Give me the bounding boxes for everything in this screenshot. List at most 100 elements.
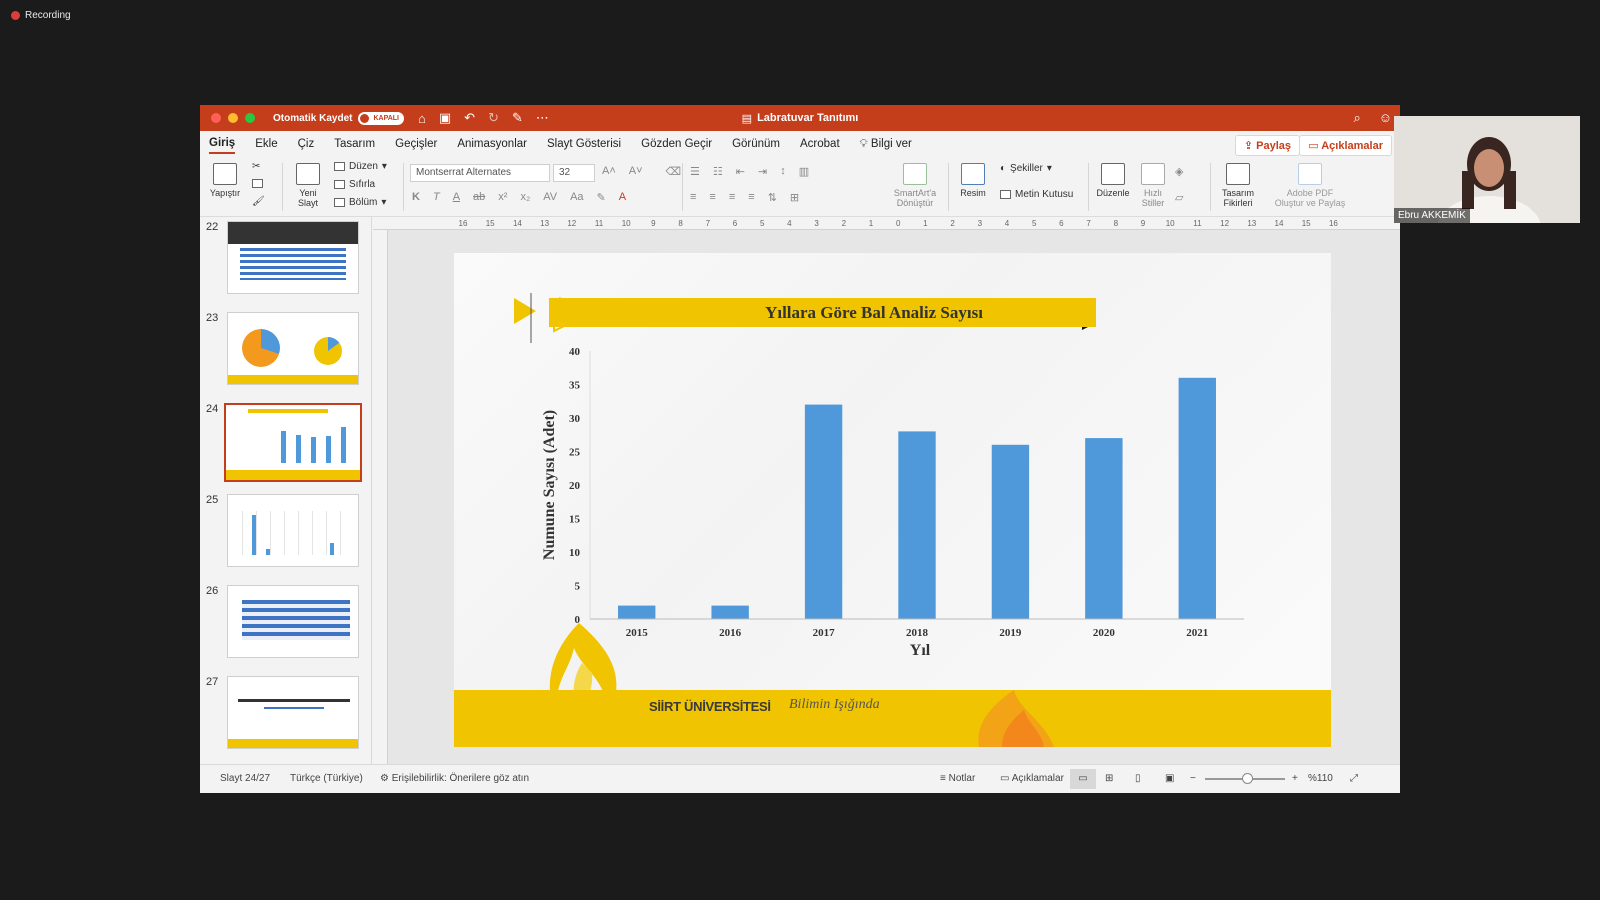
slide-canvas[interactable]: Yıllara Göre Bal Analiz Sayısı 0 5 10 15 20 2… (454, 253, 1331, 747)
tab-transitions[interactable]: Geçişler (395, 135, 437, 153)
share-button[interactable]: ⇪ Paylaş (1234, 135, 1300, 156)
tab-insert[interactable]: Ekle (255, 135, 277, 153)
redo-icon[interactable]: ↻ (488, 110, 499, 126)
tab-tell-me[interactable]: 💡︎ Bilgi ver (860, 135, 912, 154)
accessibility-status[interactable]: ⚙︎ Erişilebilirlik: Önerilere göz atın (380, 773, 529, 784)
home-icon[interactable]: ⌂ (418, 111, 426, 126)
normal-view-icon[interactable]: ▭ (1070, 769, 1096, 789)
tab-home[interactable]: Giriş (209, 134, 236, 154)
tab-animations[interactable]: Animasyonlar (457, 135, 527, 153)
list-controls[interactable]: ☰ ☷ ⇤ ⇥ ↕ ▥ (690, 165, 809, 178)
format-painter-icon[interactable]: 🖌︎ (252, 196, 265, 207)
highlight-icon: ✎ (596, 192, 606, 204)
adobe-pdf-button[interactable]: Adobe PDF Oluştur ve Paylaş (1270, 163, 1350, 208)
section-button[interactable]: Bölüm ▾ (334, 197, 386, 208)
bar-2017 (804, 404, 843, 619)
ruler-tick-label: 3 (814, 219, 819, 228)
tab-review[interactable]: Gözden Geçir (641, 135, 712, 153)
designer-icon (1226, 163, 1250, 185)
minimize-window-button[interactable] (228, 113, 238, 123)
cut-icon[interactable]: ✂ (252, 161, 260, 172)
language-status[interactable]: Türkçe (Türkiye) (290, 773, 363, 784)
zoom-in-icon[interactable]: + (1292, 773, 1298, 784)
feedback-icon[interactable]: ☺ (1379, 110, 1392, 126)
bar-chart: 0 5 10 15 20 25 30 35 40 2015 2016 2017 2018 2019 202… (541, 346, 1244, 659)
tab-draw[interactable]: Çiz (298, 135, 315, 153)
close-window-button[interactable] (211, 113, 221, 123)
tab-view[interactable]: Görünüm (732, 135, 780, 153)
document-title: ▤ Labratuvar Tanıtımı (741, 112, 859, 125)
shapes-button[interactable]: ◐ Şekiller ▾ (1000, 163, 1052, 174)
designer-button[interactable]: Tasarım Fikirleri (1216, 163, 1260, 208)
x-tick-label: 2021 (1186, 627, 1208, 639)
slide-sorter-icon[interactable]: ⊞ (1105, 773, 1113, 784)
thumbnail-24-selected[interactable] (224, 403, 362, 482)
subscript-icon: x₂ (520, 191, 531, 203)
zoom-out-icon[interactable]: − (1190, 773, 1196, 784)
thumbnail-25[interactable] (227, 494, 359, 567)
reset-icon (334, 180, 345, 189)
tab-slideshow[interactable]: Slayt Gösterisi (547, 135, 621, 153)
customize-icon[interactable]: ✎ (512, 110, 523, 126)
layout-button[interactable]: Düzen ▾ (334, 161, 387, 172)
autosave-toggle[interactable]: KAPALI (358, 111, 405, 125)
university-name: SİİRT ÜNİVERSİTESİ (649, 699, 771, 714)
slide-thumbnails-pane: 22 23 24 25 26 27 (200, 217, 372, 764)
university-motto: Bilimin Işığında (789, 697, 880, 712)
clipboard-icon (213, 163, 237, 185)
x-tick-label: 2015 (626, 627, 649, 639)
reset-button[interactable]: Sıfırla (334, 179, 375, 190)
font-size-select[interactable]: 32 (553, 164, 595, 182)
textbox-button[interactable]: Metin Kutusu (1000, 189, 1073, 200)
reading-view-icon[interactable]: ▯ (1135, 773, 1141, 784)
tab-design[interactable]: Tasarım (334, 135, 375, 153)
zoom-level[interactable]: %110 (1308, 773, 1333, 784)
x-axis-label: Yıl (910, 642, 931, 659)
comments-button[interactable]: ▭ Açıklamalar (1299, 135, 1392, 156)
zoom-slider-handle[interactable] (1242, 773, 1253, 784)
font-size-adjust[interactable]: A˄ A˅ ⌫ (602, 165, 681, 178)
search-icon[interactable]: ⌕ (1353, 110, 1360, 126)
fill-icon[interactable]: ◈ (1175, 165, 1183, 178)
line-spacing-icon: ↕ (780, 165, 786, 177)
maximize-window-button[interactable] (245, 113, 255, 123)
text-direction-icon: ⇅ (767, 192, 777, 204)
numbering-icon: ☷ (712, 166, 723, 178)
vertical-ruler (373, 230, 388, 764)
more-icon[interactable]: ⋯ (536, 110, 549, 126)
thumbnail-23[interactable] (227, 312, 359, 385)
save-icon[interactable]: ▣ (439, 110, 451, 126)
ruler-tick-label: 3 (978, 219, 983, 228)
notes-button[interactable]: ≡ Notlar (940, 773, 975, 784)
slide-editor: 16 15 14 13 12 11 10 9 8 7 6 5 4 3 2 1 0 1 2 3 4 5 6 7 8 9 10 11 12 1… (373, 217, 1400, 764)
font-format-row[interactable]: K T Aab x² x₂ AV Aa ✎ A (412, 191, 626, 204)
slideshow-view-icon[interactable]: ▣ (1165, 773, 1174, 784)
comments-status-button[interactable]: ▭ Açıklamalar (1000, 773, 1064, 784)
ruler-tick-label: 5 (1032, 219, 1037, 228)
thumbnail-22[interactable] (227, 221, 359, 294)
thumbnail-26[interactable] (227, 585, 359, 658)
smartart-button[interactable]: SmartArt'a Dönüştür (890, 163, 940, 208)
outline-icon[interactable]: ▱ (1175, 191, 1183, 204)
bar-2021 (1178, 377, 1216, 619)
lightbulb-icon: 💡︎ (859, 137, 868, 150)
quick-styles-button[interactable]: Hızlı Stiller (1138, 163, 1168, 208)
thumbnail-27[interactable] (227, 676, 359, 749)
font-name-select[interactable]: Montserrat Alternates (410, 164, 550, 182)
fit-to-window-icon[interactable]: ⤢ (1350, 773, 1358, 784)
arrange-button[interactable]: Düzenle (1095, 163, 1131, 198)
copy-icon[interactable] (252, 179, 263, 188)
undo-icon[interactable]: ↶ (464, 110, 475, 126)
ruler-tick-label: 6 (733, 219, 738, 228)
bold-icon: K (412, 191, 420, 203)
tab-acrobat[interactable]: Acrobat (800, 135, 840, 153)
paste-button[interactable]: Yapıştır (208, 163, 242, 198)
arrange-icon (1101, 163, 1125, 185)
new-slide-button[interactable]: Yeni Slayt (290, 163, 326, 208)
ribbon-tabs: Giriş Ekle Çiz Tasarım Geçişler Animasyo… (200, 131, 1400, 157)
justify-icon: ≡ (748, 191, 755, 203)
align-controls[interactable]: ≡ ≡ ≡ ≡ ⇅ ⊞ (690, 191, 799, 204)
case-icon: Aa (570, 191, 584, 203)
bar-2020 (1085, 438, 1123, 619)
picture-button[interactable]: Resim (956, 163, 990, 198)
